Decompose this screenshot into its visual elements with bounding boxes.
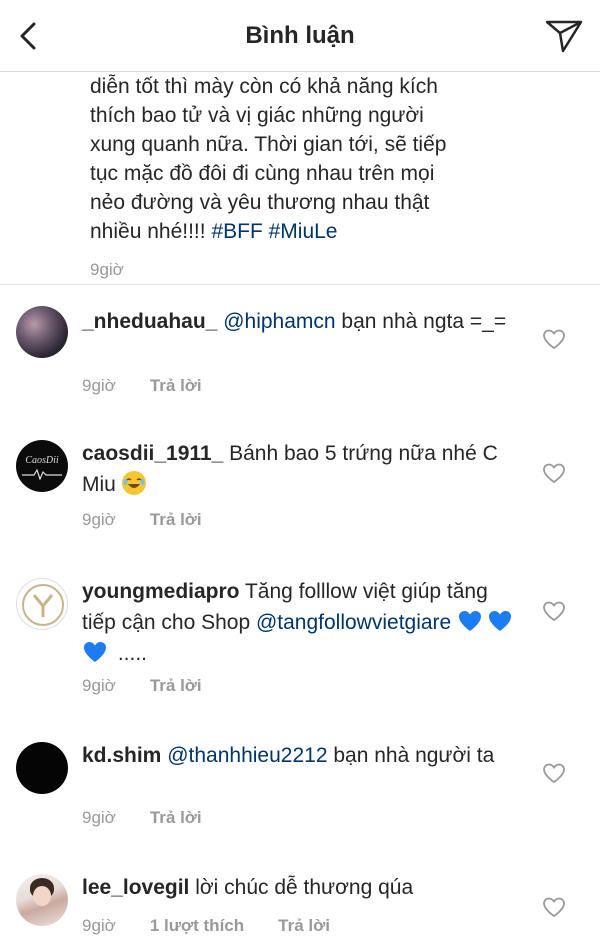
comment-meta: 9giờ Trả lời [82,808,236,828]
caption-hashtags[interactable]: #BFF #MiuLe [211,220,337,243]
avatar[interactable] [16,306,68,358]
comment-text: kd.shim @thanhhieu2212 bạn nhà người ta [82,740,522,771]
blue-heart-icon [489,611,512,631]
comment-username[interactable]: lee_lovegil [82,876,189,899]
comment-body: bạn nhà ngta =_= [335,310,507,333]
top-bar: Bình luận [0,0,600,72]
comment-text: lee_lovegil lời chúc dễ thương qúa [82,872,522,903]
reply-button[interactable]: Trả lời [150,808,202,828]
comment-timestamp: 9giờ [82,510,116,529]
heart-icon[interactable] [542,600,566,622]
avatar[interactable]: CaosDii [16,440,68,492]
blue-heart-icon [459,611,482,631]
comment-meta: 9giờ Trả lời [82,676,236,696]
comment-mention[interactable]: @hiphamcn [223,310,335,333]
comment-username[interactable]: caosdii_1911_ [82,442,223,465]
blue-heart-icon [84,642,106,662]
comment-username[interactable]: _nheduahau_ [82,310,217,333]
comment-timestamp: 9giờ [82,676,116,695]
comment-username[interactable]: youngmediapro [82,580,240,603]
comment-meta: 9giờ Trả lời [82,376,236,396]
avatar[interactable] [16,874,68,926]
laughing-emoji-icon [121,471,146,495]
comment-tail: ..... [112,642,148,665]
page-title: Bình luận [245,21,355,49]
heart-icon[interactable] [542,462,566,484]
comment-mention[interactable]: @thanhhieu2212 [167,744,327,767]
comment-timestamp: 9giờ [82,376,116,395]
comment-text: _nheduahau_ @hiphamcn bạn nhà ngta =_= [82,306,522,337]
avatar-text: CaosDii [25,455,59,466]
brand-logo-icon [22,584,64,626]
post-caption: diễn tốt thì mày còn có khả năng kích th… [90,72,590,280]
divider [0,284,600,285]
comment-timestamp: 9giờ [82,916,116,935]
comment-timestamp: 9giờ [82,808,116,827]
heart-icon[interactable] [542,328,566,350]
comment-meta: 9giờ Trả lời [82,510,236,530]
comment-text: caosdii_1911_ Bánh bao 5 trứng nữa nhé C… [82,438,522,500]
heart-icon[interactable] [542,762,566,784]
reply-button[interactable]: Trả lời [150,676,202,696]
comment-username[interactable]: kd.shim [82,744,161,767]
heart-icon[interactable] [542,896,566,918]
send-icon[interactable] [544,18,584,54]
comment-body: lời chúc dễ thương qúa [189,876,414,899]
comment-meta: 9giờ 1 lượt thích Trả lời [82,916,364,936]
reply-button[interactable]: Trả lời [150,510,202,530]
reply-button[interactable]: Trả lời [150,376,202,396]
pulse-icon [22,468,62,480]
likes-count[interactable]: 1 lượt thích [150,916,244,936]
comment-text: youngmediapro Tăng folllow việt giúp tăn… [82,576,522,669]
comment-mention[interactable]: @tangfollowvietgiare [256,611,451,634]
caption-timestamp: 9giờ [90,260,124,279]
comment-body: bạn nhà người ta [327,744,495,767]
avatar[interactable] [16,742,68,794]
caption-body: diễn tốt thì mày còn có khả năng kích th… [90,75,447,243]
caption-text: diễn tốt thì mày còn có khả năng kích th… [90,72,590,246]
back-arrow-icon[interactable] [14,20,44,52]
avatar[interactable] [16,578,68,630]
reply-button[interactable]: Trả lời [278,916,330,936]
